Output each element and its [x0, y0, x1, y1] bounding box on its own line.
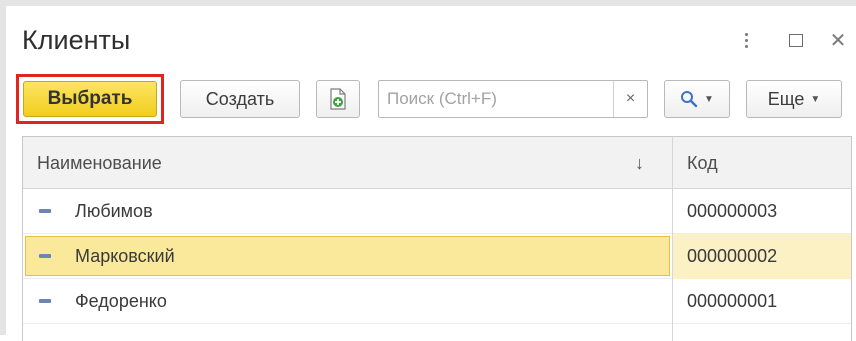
row-name: Любимов	[75, 201, 153, 221]
clear-search-icon[interactable]: ×	[613, 81, 647, 117]
chevron-down-icon: ▼	[810, 93, 821, 105]
more-button[interactable]: Еще ▼	[746, 80, 842, 118]
column-divider	[672, 137, 673, 341]
row-code: 000000002	[687, 246, 778, 266]
row-code: 000000001	[687, 291, 778, 311]
maximize-icon[interactable]	[784, 28, 808, 52]
search-button[interactable]: ▼	[664, 80, 730, 118]
table-row[interactable]: Любимов 000000003	[23, 189, 851, 234]
select-button[interactable]: Выбрать	[23, 81, 157, 117]
toolbar: Выбрать Создать × ▼ Еще ▼	[12, 74, 852, 124]
chevron-down-icon: ▼	[704, 93, 714, 105]
clients-table: Наименование ↓ Код Любимов 000000003 Мар…	[22, 136, 852, 341]
sort-descending-icon[interactable]: ↓	[635, 137, 644, 189]
item-icon	[39, 254, 51, 258]
table-row[interactable]: Федоренко 000000001	[23, 279, 851, 324]
row-name: Федоренко	[75, 291, 167, 311]
row-name: Марковский	[75, 246, 175, 266]
create-button[interactable]: Создать	[180, 80, 300, 118]
row-code: 000000003	[687, 201, 778, 221]
more-button-label: Еще	[767, 88, 805, 109]
select-button-highlight: Выбрать	[16, 74, 164, 124]
column-header-name[interactable]: Наименование	[37, 137, 162, 189]
clients-window: Клиенты ✕ Выбрать Создать ×	[0, 0, 856, 341]
search-icon	[681, 91, 698, 108]
search-input[interactable]	[379, 81, 613, 117]
table-header: Наименование ↓ Код	[23, 137, 851, 189]
add-document-icon	[330, 88, 346, 110]
item-icon	[39, 299, 51, 303]
column-header-code[interactable]: Код	[687, 137, 718, 189]
create-copy-button[interactable]	[316, 80, 360, 118]
table-row-selected[interactable]: Марковский 000000002	[23, 234, 851, 279]
close-icon[interactable]: ✕	[826, 28, 850, 52]
item-icon	[39, 209, 51, 213]
window-title: Клиенты	[22, 25, 131, 55]
title-bar: Клиенты ✕	[12, 20, 852, 60]
search-field: ×	[378, 80, 648, 118]
more-options-icon[interactable]	[734, 28, 758, 52]
